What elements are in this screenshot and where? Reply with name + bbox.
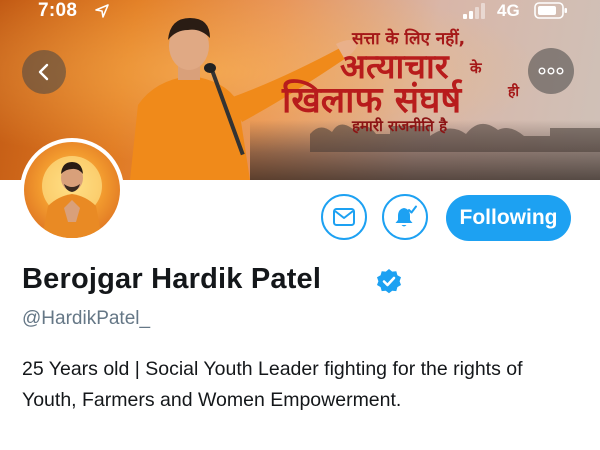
- avatar[interactable]: [24, 142, 120, 238]
- bell-check-icon: [395, 205, 417, 227]
- following-button[interactable]: Following: [446, 195, 571, 241]
- status-bar: 7:08 4G: [0, 0, 600, 22]
- back-button[interactable]: [22, 50, 66, 94]
- banner-text-line2-suffix: के: [470, 59, 482, 77]
- message-button[interactable]: [321, 194, 367, 240]
- profile-handle: @HardikPatel_: [22, 308, 151, 329]
- location-arrow-icon: [95, 4, 109, 18]
- notifications-button[interactable]: [382, 194, 428, 240]
- status-time: 7:08: [38, 0, 78, 21]
- avatar-frame[interactable]: [20, 138, 124, 242]
- avatar-portrait: [42, 156, 102, 238]
- banner-text-line4: हमारी राजनीति है: [352, 117, 448, 135]
- chevron-left-icon: [38, 63, 49, 81]
- envelope-icon: [333, 208, 355, 226]
- profile-display-name: Berojgar Hardik Patel: [22, 263, 322, 295]
- battery-icon: [534, 2, 567, 19]
- more-dots-icon: [538, 67, 564, 75]
- network-label: 4G: [497, 1, 520, 20]
- profile-bio: 25 Years old | Social Youth Leader fight…: [22, 358, 523, 411]
- verified-badge-icon: [377, 269, 401, 294]
- more-options-button[interactable]: [528, 48, 574, 94]
- banner-text-line3-suffix: ही: [508, 84, 520, 100]
- signal-icon: [463, 3, 485, 19]
